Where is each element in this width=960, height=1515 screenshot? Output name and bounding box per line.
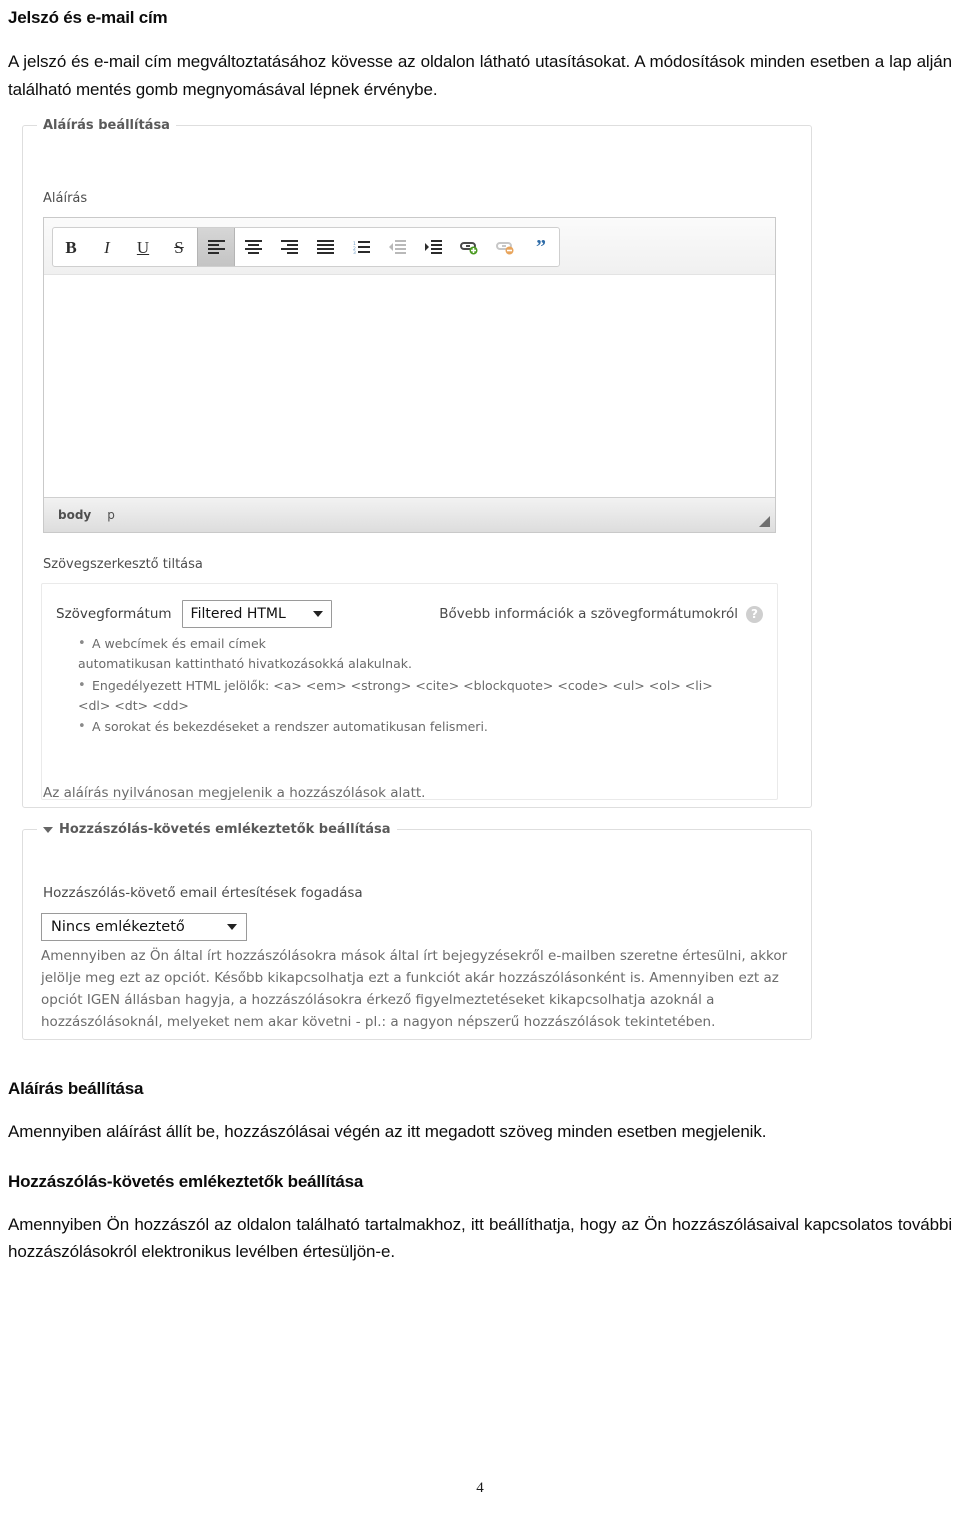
tip-line-2: <dl> <dt> <dd> <box>78 697 189 713</box>
document-intro-section: Jelszó és e-mail cím A jelszó és e-mail … <box>8 8 952 103</box>
editor-toolbar: B I U S 1 2 3 ” <box>52 227 560 267</box>
embedded-screenshot: Aláírás beállítása Aláírás B I U S 1 2 3… <box>22 112 812 1047</box>
comment-panel-legend[interactable]: Hozzászólás-követés emlékeztetők beállít… <box>37 822 397 837</box>
reminder-description: Amennyiben az Ön által írt hozzászólások… <box>41 948 788 1031</box>
page-title: Jelszó és e-mail cím <box>8 8 168 27</box>
comment-notification-label: Hozzászólás-követő email értesítések fog… <box>43 885 363 901</box>
editor-content-area[interactable] <box>44 274 775 498</box>
blockquote-icon[interactable]: ” <box>523 228 559 266</box>
tip-line-1: A sorokat és bekezdéseket a rendszer aut… <box>92 719 488 734</box>
editor-toolbar-row: B I U S 1 2 3 ” <box>44 218 775 275</box>
intro-paragraph: A jelszó és e-mail cím megváltoztatásáho… <box>8 52 952 99</box>
strikethrough-icon[interactable]: S <box>161 228 197 266</box>
resize-grip[interactable] <box>759 516 770 527</box>
indent-icon[interactable] <box>415 228 451 266</box>
tip-line-1: A webcímek és email címek <box>92 636 266 651</box>
signature-field-label: Aláírás <box>43 191 88 206</box>
align-justify-icon[interactable] <box>307 228 343 266</box>
svg-text:3: 3 <box>353 250 356 254</box>
signature-settings-panel: Aláírás beállítása Aláírás B I U S 1 2 3… <box>22 118 812 808</box>
tip-line-1: Engedélyezett HTML jelölők: <a> <em> <st… <box>92 677 713 693</box>
element-path-current[interactable]: p <box>107 508 115 522</box>
align-left-icon[interactable] <box>197 228 235 266</box>
text-format-row: Szövegformátum Filtered HTML Bővebb info… <box>56 600 763 628</box>
list-item: A sorokat és bekezdéseket a rendszer aut… <box>78 716 765 737</box>
comments-section-heading: Hozzászólás-követés emlékeztetők beállít… <box>8 1171 364 1191</box>
document-body-section: Aláírás beállítása Amennyiben aláírást á… <box>8 1079 952 1266</box>
add-link-icon[interactable] <box>451 228 487 266</box>
toggle-editor-link[interactable]: Szövegszerkesztő tiltása <box>43 557 203 572</box>
chevron-down-icon <box>312 611 323 617</box>
text-format-select[interactable]: Filtered HTML <box>181 600 332 628</box>
list-item: A webcímek és email címek automatikusan … <box>78 633 765 675</box>
comments-section-paragraph: Amennyiben Ön hozzászól az oldalon talál… <box>8 1214 952 1262</box>
element-path-root[interactable]: body <box>58 508 91 522</box>
list-item: Engedélyezett HTML jelölők: <a> <em> <st… <box>78 675 765 717</box>
page-number: 4 <box>476 1480 484 1496</box>
signature-help-note: Az aláírás nyilvánosan megjelenik a hozz… <box>43 785 426 801</box>
signature-section-heading: Aláírás beállítása <box>8 1079 144 1098</box>
bold-icon[interactable]: B <box>53 228 89 266</box>
text-format-box: Szövegformátum Filtered HTML Bővebb info… <box>41 583 778 800</box>
reminder-select[interactable]: Nincs emlékeztető <box>41 913 247 941</box>
editor-status-bar: body p <box>44 497 775 532</box>
italic-icon[interactable]: I <box>89 228 125 266</box>
chevron-down-icon <box>227 924 237 930</box>
numbered-list-icon[interactable]: 1 2 3 <box>343 228 379 266</box>
collapse-triangle-icon[interactable] <box>43 826 53 833</box>
align-right-icon[interactable] <box>271 228 307 266</box>
align-center-icon[interactable] <box>235 228 271 266</box>
comment-panel-legend-label: Hozzászólás-követés emlékeztetők beállít… <box>59 822 391 837</box>
text-format-tips-list: A webcímek és email címek automatikusan … <box>78 633 765 738</box>
outdent-icon[interactable] <box>379 228 415 266</box>
text-format-selected-value: Filtered HTML <box>190 606 286 622</box>
comment-reminder-panel: Hozzászólás-követés emlékeztetők beállít… <box>22 822 812 1040</box>
remove-link-icon[interactable] <box>487 228 523 266</box>
reminder-selected-value: Nincs emlékeztető <box>51 919 185 935</box>
tip-line-2: automatikusan kattintható hivatkozásokká… <box>78 656 412 672</box>
text-format-help-label: Bővebb információk a szövegformátumokról <box>439 606 738 622</box>
signature-panel-legend: Aláírás beállítása <box>43 118 170 133</box>
text-format-label: Szövegformátum <box>56 606 172 622</box>
rich-text-editor[interactable]: B I U S 1 2 3 ” body p <box>43 217 776 533</box>
underline-icon[interactable]: U <box>125 228 161 266</box>
text-format-help-link[interactable]: Bővebb információk a szövegformátumokról… <box>439 605 763 623</box>
help-icon[interactable]: ? <box>746 605 763 623</box>
signature-section-paragraph: Amennyiben aláírást állít be, hozzászólá… <box>8 1122 767 1141</box>
